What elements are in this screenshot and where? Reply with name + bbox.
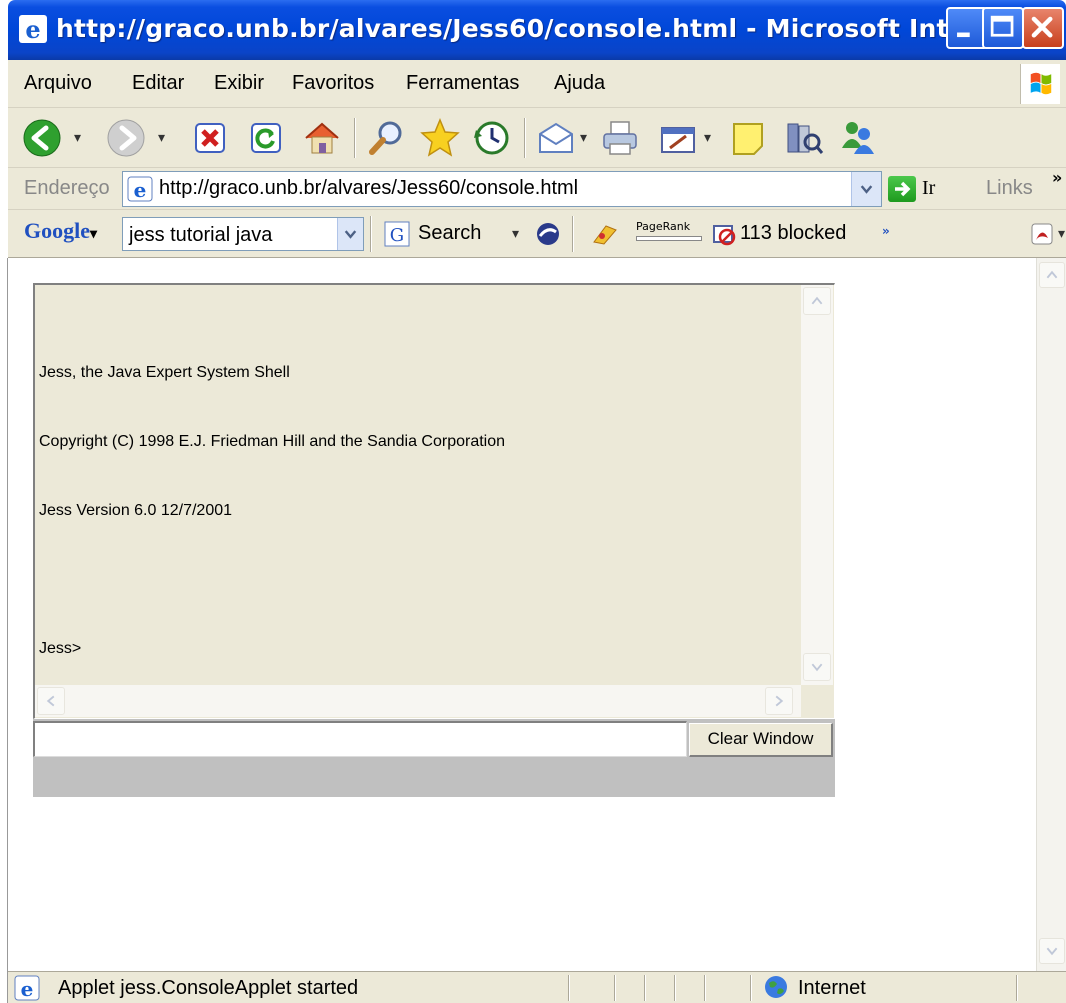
chevron-up-icon [811, 296, 823, 305]
page-vertical-scrollbar[interactable] [1036, 258, 1066, 971]
standard-toolbar: ▾ ▾ ▾ ▾ [8, 108, 1066, 168]
address-input[interactable]: e http://graco.unb.br/alvares/Jess60/con… [122, 171, 882, 207]
maximize-button[interactable] [982, 7, 1024, 49]
menu-bar: Arquivo Editar Exibir Favoritos Ferramen… [8, 60, 1066, 108]
page-icon: e [127, 176, 153, 202]
favorites-icon[interactable] [418, 116, 462, 160]
pagerank-bar [636, 236, 702, 241]
google-more-chevron-icon[interactable]: » [882, 224, 890, 238]
console-scroll-left-button[interactable] [37, 687, 65, 715]
console-scroll-right-button[interactable] [765, 687, 793, 715]
page-status-icon: e [14, 975, 40, 1001]
links-button[interactable]: Links [986, 177, 1033, 200]
jess-console-applet: Jess, the Java Expert System Shell Copyr… [33, 283, 835, 797]
address-bar: Endereço e http://graco.unb.br/alvares/J… [8, 168, 1066, 210]
google-query-dropdown-icon[interactable] [337, 218, 363, 250]
menu-ajuda[interactable]: Ajuda [554, 72, 605, 95]
clear-window-button[interactable]: Clear Window [689, 723, 833, 757]
back-dropdown-icon[interactable]: ▾ [74, 130, 81, 146]
address-dropdown-icon[interactable] [851, 172, 881, 206]
news-icon[interactable] [536, 222, 560, 246]
history-icon[interactable] [470, 116, 514, 160]
internet-zone-icon [765, 976, 787, 998]
address-label: Endereço [24, 177, 110, 199]
minimize-icon [957, 32, 970, 38]
console-line: Jess Version 6.0 12/7/2001 [39, 502, 233, 519]
chevron-down-icon [1046, 947, 1058, 956]
address-url: http://graco.unb.br/alvares/Jess60/conso… [159, 177, 579, 199]
svg-text:e: e [25, 15, 40, 44]
adobe-dropdown-icon[interactable]: ▾ [1058, 226, 1065, 242]
go-button[interactable]: Ir [922, 177, 935, 200]
close-button[interactable] [1022, 7, 1064, 49]
edit-icon[interactable] [656, 116, 700, 160]
links-chevron-icon[interactable]: » [1052, 168, 1062, 187]
blocked-count[interactable]: 113 blocked [740, 222, 846, 245]
console-text: Jess, the Java Expert System Shell Copyr… [39, 315, 505, 706]
menu-arquivo[interactable]: Arquivo [24, 72, 92, 95]
search-dropdown-icon[interactable]: ▾ [512, 226, 519, 242]
back-icon[interactable] [20, 116, 64, 160]
window-title: http://graco.unb.br/alvares/Jess60/conso… [56, 14, 1064, 43]
forward-icon[interactable] [104, 116, 148, 160]
chevron-left-icon [46, 695, 55, 707]
page-scroll-down-button[interactable] [1039, 938, 1065, 964]
google-g-icon[interactable]: G [384, 221, 410, 247]
home-icon[interactable] [300, 116, 344, 160]
svg-text:G: G [390, 225, 404, 246]
edit-dropdown-icon[interactable]: ▾ [704, 130, 711, 146]
discuss-icon[interactable] [726, 116, 770, 160]
blocked-icon[interactable] [712, 222, 736, 246]
google-query: jess tutorial java [129, 224, 273, 246]
chevron-up-icon [1046, 270, 1058, 279]
console-scroll-up-button[interactable] [803, 287, 831, 315]
google-menu-arrow-icon: ▾ [90, 227, 98, 242]
refresh-icon[interactable] [244, 116, 288, 160]
mail-icon[interactable] [534, 116, 578, 160]
research-icon[interactable] [782, 116, 826, 160]
chevron-right-icon [775, 695, 784, 707]
google-search-button[interactable]: Search [418, 222, 481, 245]
mail-dropdown-icon[interactable]: ▾ [580, 130, 587, 146]
adobe-pdf-icon[interactable] [1030, 222, 1054, 246]
popup-blocker-icon[interactable] [592, 222, 618, 246]
search-icon[interactable] [364, 116, 408, 160]
windows-logo-icon [1020, 64, 1060, 104]
status-bar: e Applet jess.ConsoleApplet started Inte… [8, 971, 1066, 1003]
google-logo-text: Google [24, 218, 90, 243]
console-input[interactable] [33, 721, 687, 757]
pagerank-label: PageRank [636, 220, 691, 233]
svg-text:e: e [134, 178, 147, 202]
google-search-input[interactable]: jess tutorial java [122, 217, 364, 251]
google-logo[interactable]: Google▾ [24, 218, 97, 244]
console-horizontal-scrollbar[interactable] [35, 685, 801, 717]
menu-ferramentas[interactable]: Ferramentas [406, 72, 519, 95]
forward-dropdown-icon[interactable]: ▾ [158, 130, 165, 146]
svg-text:e: e [21, 977, 34, 1001]
ie-icon: e [19, 15, 47, 44]
close-icon [1031, 16, 1053, 38]
print-icon[interactable] [598, 116, 642, 160]
console-line: Copyright (C) 1998 E.J. Friedman Hill an… [39, 433, 506, 450]
messenger-icon[interactable] [836, 116, 880, 160]
console-vertical-scrollbar[interactable] [801, 285, 833, 685]
page-scroll-up-button[interactable] [1039, 262, 1065, 288]
console-output[interactable]: Jess, the Java Expert System Shell Copyr… [33, 283, 835, 719]
menu-favoritos[interactable]: Favoritos [292, 72, 374, 95]
menu-exibir[interactable]: Exibir [214, 72, 264, 95]
stop-icon[interactable] [188, 116, 232, 160]
chevron-down-icon [811, 663, 823, 672]
go-arrow-icon[interactable] [888, 176, 916, 202]
google-toolbar: Google▾ jess tutorial java G Search ▾ Pa… [8, 210, 1066, 258]
menu-editar[interactable]: Editar [132, 72, 184, 95]
title-bar: e http://graco.unb.br/alvares/Jess60/con… [8, 0, 1066, 60]
maximize-icon [990, 15, 1014, 37]
security-zone: Internet [798, 977, 866, 999]
console-prompt: Jess> [39, 640, 82, 657]
status-text: Applet jess.ConsoleApplet started [58, 977, 359, 999]
console-line: Jess, the Java Expert System Shell [39, 364, 290, 381]
console-scroll-down-button[interactable] [803, 653, 831, 681]
